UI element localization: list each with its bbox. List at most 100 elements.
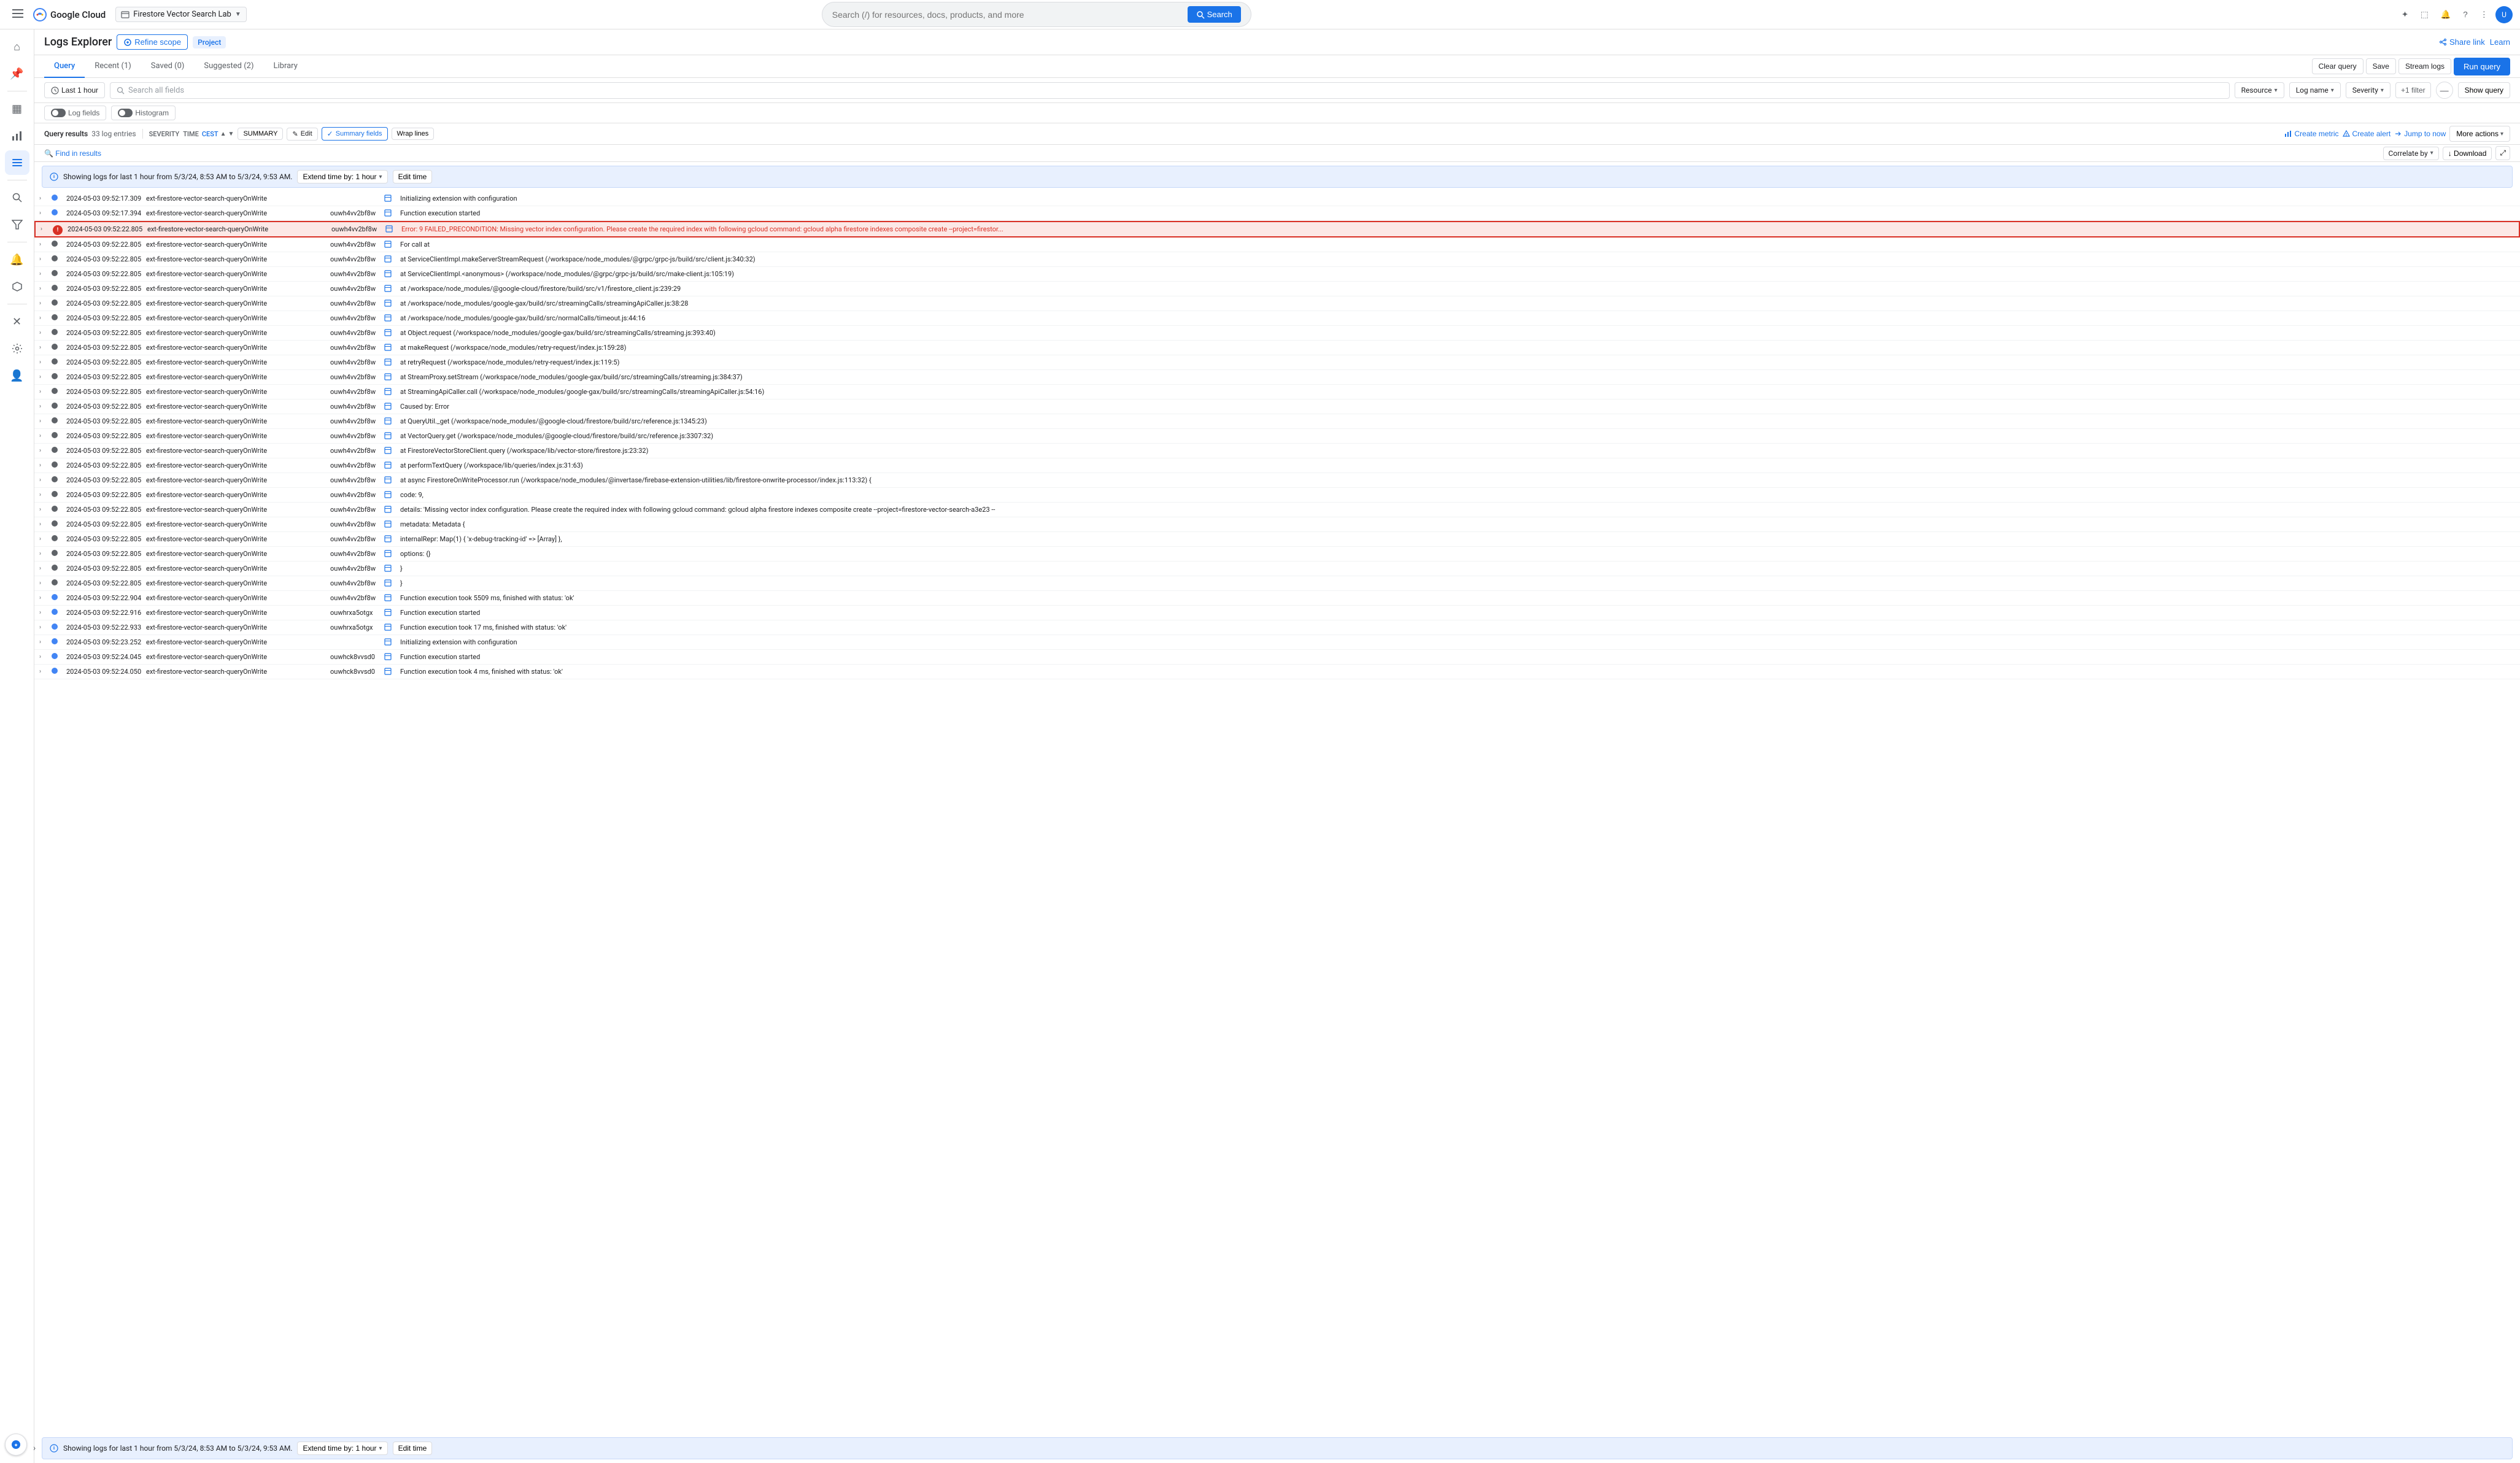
create-metric-button[interactable]: Create metric xyxy=(2284,129,2338,138)
log-row[interactable]: ›2024-05-03 09:52:24.050ext-firestore-ve… xyxy=(34,665,2520,679)
sidebar-icon-integrations[interactable]: ✕ xyxy=(5,309,29,334)
sidebar-icon-home[interactable]: ⌂ xyxy=(5,34,29,59)
expand-toggle[interactable]: › xyxy=(39,386,52,395)
user-avatar[interactable]: U xyxy=(2495,6,2513,23)
expand-toggle[interactable]: › xyxy=(39,666,52,675)
log-expand-icon[interactable] xyxy=(383,239,398,250)
log-row[interactable]: ›2024-05-03 09:52:22.805ext-firestore-ve… xyxy=(34,517,2520,532)
log-expand-icon[interactable] xyxy=(383,401,398,412)
log-expand-icon[interactable] xyxy=(383,504,398,515)
expand-toggle[interactable]: › xyxy=(39,651,52,660)
cloud-shell-icon[interactable]: ⬚ xyxy=(2416,5,2433,25)
log-expand-icon[interactable] xyxy=(384,223,399,234)
expand-button[interactable]: ⤢ xyxy=(2495,146,2510,160)
expand-toggle[interactable]: › xyxy=(39,401,52,410)
search-fields-input[interactable]: Search all fields xyxy=(110,82,2230,99)
expand-toggle[interactable]: › xyxy=(39,563,52,572)
log-row[interactable]: ›2024-05-03 09:52:22.805ext-firestore-ve… xyxy=(34,385,2520,400)
log-expand-icon[interactable] xyxy=(383,474,398,485)
resource-filter[interactable]: Resource ▾ xyxy=(2235,82,2284,98)
log-row[interactable]: ›2024-05-03 09:52:22.805ext-firestore-ve… xyxy=(34,473,2520,488)
stream-logs-button[interactable]: Stream logs xyxy=(2398,58,2451,74)
find-in-results-button[interactable]: 🔍 Find in results xyxy=(44,149,101,158)
extend-time-button-bottom[interactable]: Extend time by: 1 hour ▾ xyxy=(297,1442,387,1455)
global-search-input[interactable] xyxy=(832,10,1188,20)
expand-toggle[interactable]: › xyxy=(39,193,52,202)
log-expand-icon[interactable] xyxy=(383,342,398,353)
log-expand-icon[interactable] xyxy=(383,386,398,397)
expand-toggle[interactable]: › xyxy=(39,357,52,366)
create-alert-button[interactable]: Create alert xyxy=(2343,129,2391,138)
expand-toggle[interactable]: › xyxy=(39,371,52,380)
log-row[interactable]: ›2024-05-03 09:52:22.805ext-firestore-ve… xyxy=(34,237,2520,252)
tab-recent[interactable]: Recent (1) xyxy=(85,55,141,78)
global-search-bar[interactable]: Search xyxy=(822,2,1251,27)
bottom-arrow[interactable]: › xyxy=(33,1443,36,1453)
log-row[interactable]: ›2024-05-03 09:52:22.805ext-firestore-ve… xyxy=(34,311,2520,326)
jump-to-now-button[interactable]: Jump to now xyxy=(2394,129,2446,138)
log-row[interactable]: ›2024-05-03 09:52:22.805ext-firestore-ve… xyxy=(34,503,2520,517)
log-expand-icon[interactable] xyxy=(383,193,398,204)
expand-toggle[interactable]: › xyxy=(39,253,52,263)
log-expand-icon[interactable] xyxy=(383,253,398,264)
log-expand-icon[interactable] xyxy=(383,460,398,471)
log-row[interactable]: ›2024-05-03 09:52:22.805ext-firestore-ve… xyxy=(34,296,2520,311)
sidebar-icon-filter[interactable] xyxy=(5,212,29,237)
expand-toggle[interactable]: › xyxy=(39,592,52,601)
log-row[interactable]: ›2024-05-03 09:52:22.805ext-firestore-ve… xyxy=(34,414,2520,429)
circle-toggle-button[interactable]: — xyxy=(2436,82,2453,99)
run-query-button[interactable]: Run query xyxy=(2454,58,2510,75)
time-range-button[interactable]: Last 1 hour xyxy=(44,82,105,98)
sidebar-icon-config[interactable] xyxy=(5,336,29,361)
log-row[interactable]: ›2024-05-03 09:52:22.805ext-firestore-ve… xyxy=(34,547,2520,562)
expand-toggle[interactable]: › xyxy=(39,460,52,469)
log-expand-icon[interactable] xyxy=(383,357,398,368)
log-row[interactable]: ›2024-05-03 09:52:22.805ext-firestore-ve… xyxy=(34,400,2520,414)
project-selector[interactable]: Firestore Vector Search Lab ▼ xyxy=(115,7,246,22)
log-expand-icon[interactable] xyxy=(383,563,398,574)
save-button[interactable]: Save xyxy=(2366,58,2396,74)
log-row[interactable]: ›2024-05-03 09:52:22.805ext-firestore-ve… xyxy=(34,355,2520,370)
download-button[interactable]: ↓ Download xyxy=(2443,147,2492,160)
log-row[interactable]: ›2024-05-03 09:52:22.805ext-firestore-ve… xyxy=(34,370,2520,385)
expand-toggle[interactable]: › xyxy=(39,548,52,557)
log-row[interactable]: ›2024-05-03 09:52:22.805ext-firestore-ve… xyxy=(34,444,2520,458)
log-row[interactable]: ›!2024-05-03 09:52:22.805ext-firestore-v… xyxy=(34,221,2520,237)
show-query-button[interactable]: Show query xyxy=(2458,82,2510,98)
log-name-filter[interactable]: Log name ▾ xyxy=(2289,82,2341,98)
expand-toggle[interactable]: › xyxy=(39,636,52,646)
expand-toggle[interactable]: › xyxy=(39,474,52,484)
log-row[interactable]: ›2024-05-03 09:52:22.904ext-firestore-ve… xyxy=(34,591,2520,606)
extend-time-button[interactable]: Extend time by: 1 hour ▾ xyxy=(297,170,387,183)
tab-saved[interactable]: Saved (0) xyxy=(141,55,195,78)
log-row[interactable]: ›2024-05-03 09:52:22.805ext-firestore-ve… xyxy=(34,458,2520,473)
expand-toggle[interactable]: › xyxy=(39,445,52,454)
expand-toggle[interactable]: › xyxy=(39,312,52,322)
customize-icon[interactable]: ✦ xyxy=(2397,5,2413,25)
tab-query[interactable]: Query xyxy=(44,55,85,78)
log-expand-icon[interactable] xyxy=(383,312,398,323)
edit-time-button-bottom[interactable]: Edit time xyxy=(393,1442,433,1455)
summary-fields-button[interactable]: ✓ Summary fields xyxy=(322,127,388,141)
expand-toggle[interactable]: › xyxy=(39,415,52,425)
log-row[interactable]: ›2024-05-03 09:52:17.394ext-firestore-ve… xyxy=(34,206,2520,221)
log-expand-icon[interactable] xyxy=(383,327,398,338)
tab-library[interactable]: Library xyxy=(264,55,307,78)
log-expand-icon[interactable] xyxy=(383,489,398,500)
tab-suggested[interactable]: Suggested (2) xyxy=(194,55,263,78)
expand-toggle[interactable]: › xyxy=(39,327,52,336)
log-row[interactable]: ›2024-05-03 09:52:22.805ext-firestore-ve… xyxy=(34,429,2520,444)
expand-toggle[interactable]: › xyxy=(39,622,52,631)
edit-button[interactable]: ✎ Save Edit xyxy=(287,128,317,141)
expand-toggle[interactable]: › xyxy=(39,577,52,587)
refine-scope-button[interactable]: Refine scope xyxy=(117,34,188,50)
log-expand-icon[interactable] xyxy=(383,415,398,427)
expand-toggle[interactable]: › xyxy=(39,519,52,528)
share-link-button[interactable]: Share link xyxy=(2439,37,2485,47)
sidebar-icon-search[interactable] xyxy=(5,185,29,210)
log-expand-icon[interactable] xyxy=(383,430,398,441)
sidebar-icon-user[interactable]: 👤 xyxy=(5,363,29,388)
log-expand-icon[interactable] xyxy=(383,577,398,589)
expand-toggle[interactable]: › xyxy=(39,533,52,542)
log-row[interactable]: ›2024-05-03 09:52:22.916ext-firestore-ve… xyxy=(34,606,2520,620)
